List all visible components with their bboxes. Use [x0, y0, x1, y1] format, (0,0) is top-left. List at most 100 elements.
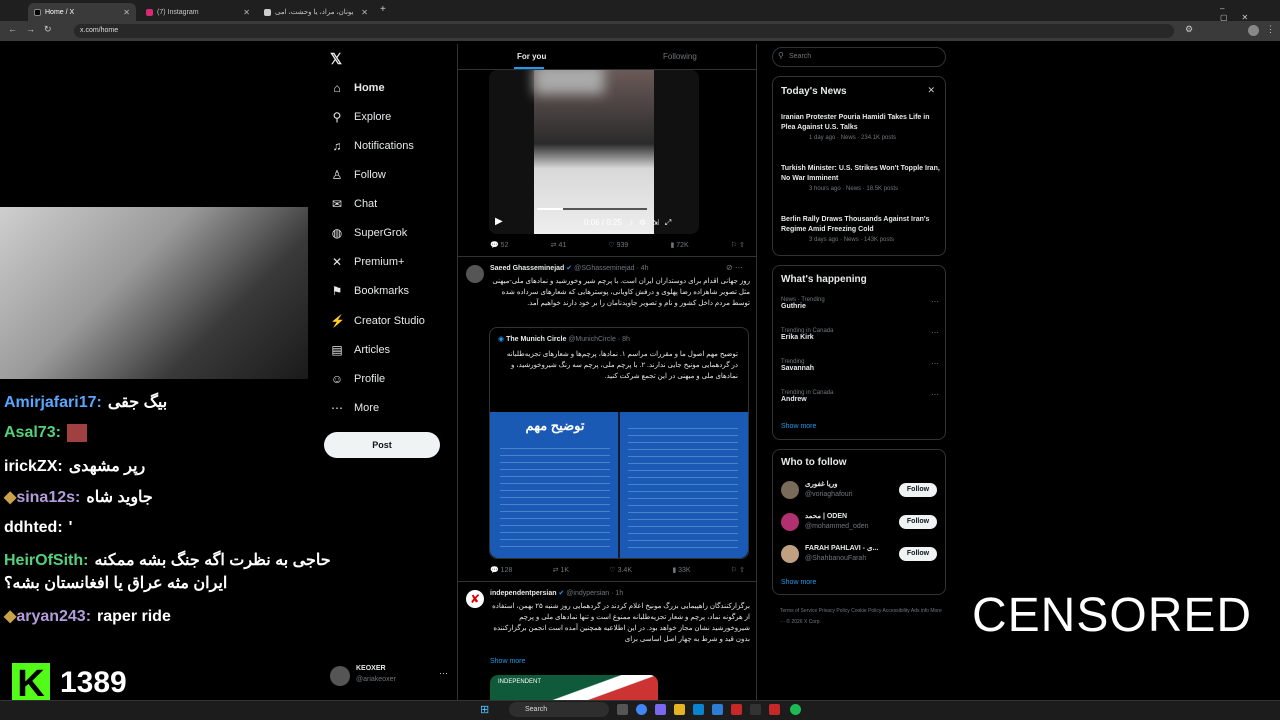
- tab-for-you[interactable]: For you: [517, 52, 546, 61]
- tweet-actions: 💬 52 ⇄ 41 ♡ 939 ▮ 72K ⚐ ⇧: [490, 241, 745, 249]
- sidebar-item-creator-studio[interactable]: ⚡ Creator Studio: [330, 312, 425, 330]
- taskbar-search[interactable]: Search: [509, 702, 609, 717]
- x-logo-icon[interactable]: 𝕏: [330, 50, 342, 68]
- divider: [458, 256, 756, 257]
- app-icon[interactable]: [731, 704, 742, 715]
- follow-suggestion[interactable]: وریا غفوری @voriaghafouri Follow: [773, 478, 945, 504]
- window-controls[interactable]: –▢✕: [1220, 4, 1280, 22]
- follow-button[interactable]: Follow: [899, 515, 937, 529]
- forward-icon[interactable]: →: [26, 24, 35, 34]
- quote-tweet[interactable]: ◉ The Munich Circle @MunichCircle · 8h ت…: [489, 327, 749, 559]
- post-button[interactable]: Post: [324, 432, 440, 458]
- like-icon[interactable]: ♡ 939: [608, 241, 628, 249]
- menu-icon[interactable]: ⋮: [1266, 24, 1275, 35]
- follow-button[interactable]: Follow: [899, 547, 937, 561]
- url-field[interactable]: x.com/home: [74, 24, 1174, 38]
- chat-message: ایران مثه عراق یا افغانستان بشه؟: [4, 575, 228, 592]
- news-item[interactable]: Turkish Minister: U.S. Strikes Won't Top…: [781, 164, 941, 192]
- sidebar-item-profile[interactable]: ☺ Profile: [330, 370, 385, 388]
- sidebar-item-follow[interactable]: ♙ Follow: [330, 166, 386, 184]
- trend-item[interactable]: Trending Savannah ⋯: [781, 359, 939, 372]
- close-icon[interactable]: ✕: [243, 8, 250, 17]
- chrome-icon[interactable]: [636, 704, 647, 715]
- quote-image[interactable]: توضیح مهم: [490, 412, 748, 558]
- app-icon[interactable]: [712, 704, 723, 715]
- account-name: KEOXER: [356, 665, 386, 672]
- avatar[interactable]: [466, 265, 484, 283]
- show-more-link[interactable]: Show more: [781, 579, 816, 586]
- trend-item[interactable]: Trending in Canada Andrew ⋯: [781, 390, 939, 403]
- sidebar-item-more[interactable]: ⋯ More: [330, 399, 379, 417]
- tab-home-x[interactable]: Home / X ✕: [28, 3, 136, 21]
- taskview-icon[interactable]: [617, 704, 628, 715]
- reply-icon[interactable]: 💬 128: [490, 566, 512, 574]
- news-item[interactable]: Iranian Protester Pouria Hamidi Takes Li…: [781, 113, 941, 141]
- sidebar-item-notifications[interactable]: ♫ Notifications: [330, 137, 414, 155]
- share-icon[interactable]: ⚐ ⇧: [731, 566, 745, 574]
- close-icon[interactable]: ✕: [361, 8, 368, 17]
- folder-icon[interactable]: [674, 704, 685, 715]
- edge-icon[interactable]: [693, 704, 704, 715]
- app-icon[interactable]: [769, 704, 780, 715]
- like-icon[interactable]: ♡ 3.4K: [609, 566, 632, 574]
- sidebar-item-premium[interactable]: ✕ Premium+: [330, 253, 404, 271]
- avatar: [781, 513, 799, 531]
- new-tab-icon[interactable]: +: [380, 4, 386, 15]
- trend-item[interactable]: News · Trending Guthrie ⋯: [781, 297, 939, 310]
- reply-icon[interactable]: 💬 52: [490, 241, 508, 249]
- follow-suggestion[interactable]: FARAH PAHLAVI - ی... @ShahbanouFarah Fol…: [773, 542, 945, 568]
- news-item[interactable]: Berlin Rally Draws Thousands Against Ira…: [781, 215, 941, 243]
- reload-icon[interactable]: ↻: [44, 24, 52, 35]
- tab-following[interactable]: Following: [663, 52, 697, 61]
- creator-icon: ⚡: [330, 314, 345, 328]
- retweet-icon[interactable]: ⇄ 41: [551, 241, 567, 249]
- bell-icon: ♫: [332, 139, 342, 153]
- follow-suggestion[interactable]: محمد | ODEN @mohammed_oden Follow: [773, 510, 945, 536]
- search-input[interactable]: Search: [772, 47, 946, 67]
- close-icon[interactable]: ✕: [927, 85, 935, 96]
- extensions-icon[interactable]: ⚙: [1185, 24, 1193, 35]
- follow-button[interactable]: Follow: [899, 483, 937, 497]
- quote-avatar-icon: ◉: [498, 336, 505, 343]
- retweet-icon[interactable]: ⇄ 1K: [553, 566, 569, 574]
- video-controls[interactable]: ♪⚙⇲⤢: [629, 218, 677, 228]
- sidebar-item-supergrok[interactable]: ◍ SuperGrok: [330, 224, 407, 242]
- video-player[interactable]: ▶ 0:06 / 0:25 ♪⚙⇲⤢: [489, 70, 699, 234]
- show-more-link[interactable]: Show more: [781, 423, 816, 430]
- spotify-icon[interactable]: [790, 704, 801, 715]
- card-title: Who to follow: [781, 457, 847, 468]
- app-icon[interactable]: [750, 704, 761, 715]
- more-icon[interactable]: ⊘ ⋯: [726, 263, 743, 272]
- tab-instagram[interactable]: (7) Instagram ✕: [140, 3, 256, 21]
- sidebar-item-explore[interactable]: ⚲ Explore: [330, 108, 392, 126]
- close-icon[interactable]: ✕: [123, 8, 130, 17]
- independent-logo-icon[interactable]: ✘: [466, 590, 484, 608]
- sidebar-item-label: Notifications: [354, 140, 414, 152]
- article-icon: ▤: [331, 343, 343, 357]
- views-icon[interactable]: ▮ 72K: [670, 241, 688, 249]
- card-title: Today's News: [781, 86, 847, 97]
- start-icon[interactable]: ⊞: [480, 703, 489, 716]
- more-icon: ⋯: [439, 668, 448, 678]
- sidebar-item-label: More: [354, 402, 380, 414]
- avatar[interactable]: [1248, 25, 1259, 36]
- app-icon[interactable]: [655, 704, 666, 715]
- image-heading: توضیح مهم: [525, 418, 585, 433]
- show-more-link[interactable]: Show more: [490, 658, 525, 665]
- sidebar-item-label: Profile: [354, 373, 386, 385]
- tweet-header: independentpersian ✔ @indypersian · 1h: [490, 590, 624, 597]
- sidebar-item-chat[interactable]: ✉ Chat: [330, 195, 377, 213]
- views-icon[interactable]: ▮ 33K: [672, 566, 690, 574]
- tweet-image[interactable]: INDEPENDENT: [490, 675, 658, 700]
- account-switcher[interactable]: KEOXER @ariakeoxer ⋯: [330, 662, 452, 690]
- sidebar-item-home[interactable]: ⌂ Home: [330, 79, 384, 97]
- footer-links[interactable]: Terms of Service Privacy Policy Cookie P…: [780, 606, 946, 628]
- sidebar-item-articles[interactable]: ▤ Articles: [330, 341, 390, 359]
- video-progress[interactable]: [537, 208, 647, 210]
- share-icon[interactable]: ⚐ ⇧: [731, 241, 745, 249]
- sidebar-item-bookmarks[interactable]: ⚑ Bookmarks: [330, 282, 409, 300]
- play-icon[interactable]: ▶: [495, 216, 503, 227]
- trend-item[interactable]: Trending in Canada Erika Kirk ⋯: [781, 328, 939, 341]
- tab-article[interactable]: یونان، مراد، یا وحشت، امی ✕: [258, 3, 374, 21]
- back-icon[interactable]: ←: [8, 24, 17, 34]
